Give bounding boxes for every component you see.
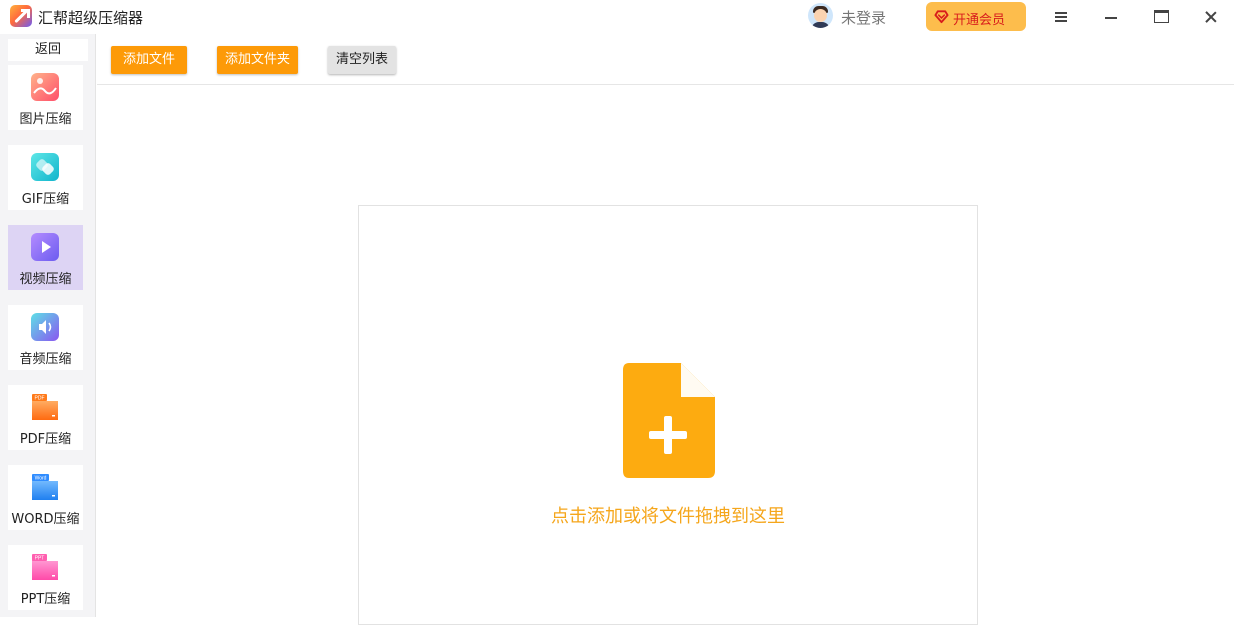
ppt-compress-icon: PPT [32, 554, 58, 580]
sidebar-item-label: WORD压缩 [11, 512, 80, 527]
word-compress-icon: Word [32, 474, 58, 500]
vip-button[interactable]: 开通会员 [926, 2, 1026, 31]
sidebar-item-label: PDF压缩 [19, 432, 72, 447]
pdf-compress-icon: PDF [32, 394, 58, 420]
sidebar-item-label: 音频压缩 [19, 352, 72, 367]
sidebar-item-gif[interactable]: GIF压缩 [8, 145, 83, 210]
maximize-icon[interactable] [1150, 6, 1172, 28]
sidebar-item-image[interactable]: 图片压缩 [8, 65, 83, 130]
user-avatar[interactable] [808, 3, 833, 28]
sidebar-item-label: GIF压缩 [21, 192, 70, 207]
add-folder-button[interactable]: 添加文件夹 [217, 46, 298, 74]
sidebar-item-video[interactable]: 视频压缩 [8, 225, 83, 290]
sidebar: 返回 图片压缩 GIF压缩 视频压缩 音频压缩 PDF PDF压缩 Word W… [0, 34, 96, 617]
sidebar-item-label: 图片压缩 [19, 112, 72, 127]
video-compress-icon [31, 233, 59, 261]
word-tag: Word [35, 476, 47, 482]
toolbar: 添加文件 添加文件夹 清空列表 [97, 34, 1234, 85]
login-link[interactable]: 未登录 [841, 7, 886, 28]
image-compress-icon [31, 73, 59, 101]
clear-list-button[interactable]: 清空列表 [328, 46, 396, 74]
drop-hint-text: 点击添加或将文件拖拽到这里 [551, 506, 785, 527]
sidebar-item-label: 视频压缩 [19, 272, 72, 287]
back-button[interactable]: 返回 [8, 39, 88, 61]
diamond-heart-icon [934, 10, 949, 24]
pdf-tag: PDF [35, 396, 45, 402]
sidebar-item-pdf[interactable]: PDF PDF压缩 [8, 385, 83, 450]
sidebar-item-audio[interactable]: 音频压缩 [8, 305, 83, 370]
gif-compress-icon [31, 153, 59, 181]
sidebar-item-word[interactable]: Word WORD压缩 [8, 465, 83, 530]
sidebar-item-ppt[interactable]: PPT PPT压缩 [8, 545, 83, 610]
minimize-icon[interactable] [1100, 6, 1122, 28]
add-file-icon [623, 363, 715, 478]
sidebar-item-label: PPT压缩 [20, 592, 71, 607]
close-icon[interactable] [1200, 6, 1222, 28]
app-logo-icon [10, 5, 32, 27]
ppt-tag: PPT [35, 556, 45, 562]
audio-compress-icon [31, 313, 59, 341]
title-bar: 汇帮超级压缩器 未登录 开通会员 [0, 0, 1234, 34]
file-drop-zone[interactable]: 点击添加或将文件拖拽到这里 [358, 205, 978, 625]
menu-icon[interactable] [1050, 6, 1072, 28]
app-title: 汇帮超级压缩器 [38, 9, 144, 27]
add-file-button[interactable]: 添加文件 [111, 46, 187, 74]
vip-label: 开通会员 [953, 13, 1006, 28]
